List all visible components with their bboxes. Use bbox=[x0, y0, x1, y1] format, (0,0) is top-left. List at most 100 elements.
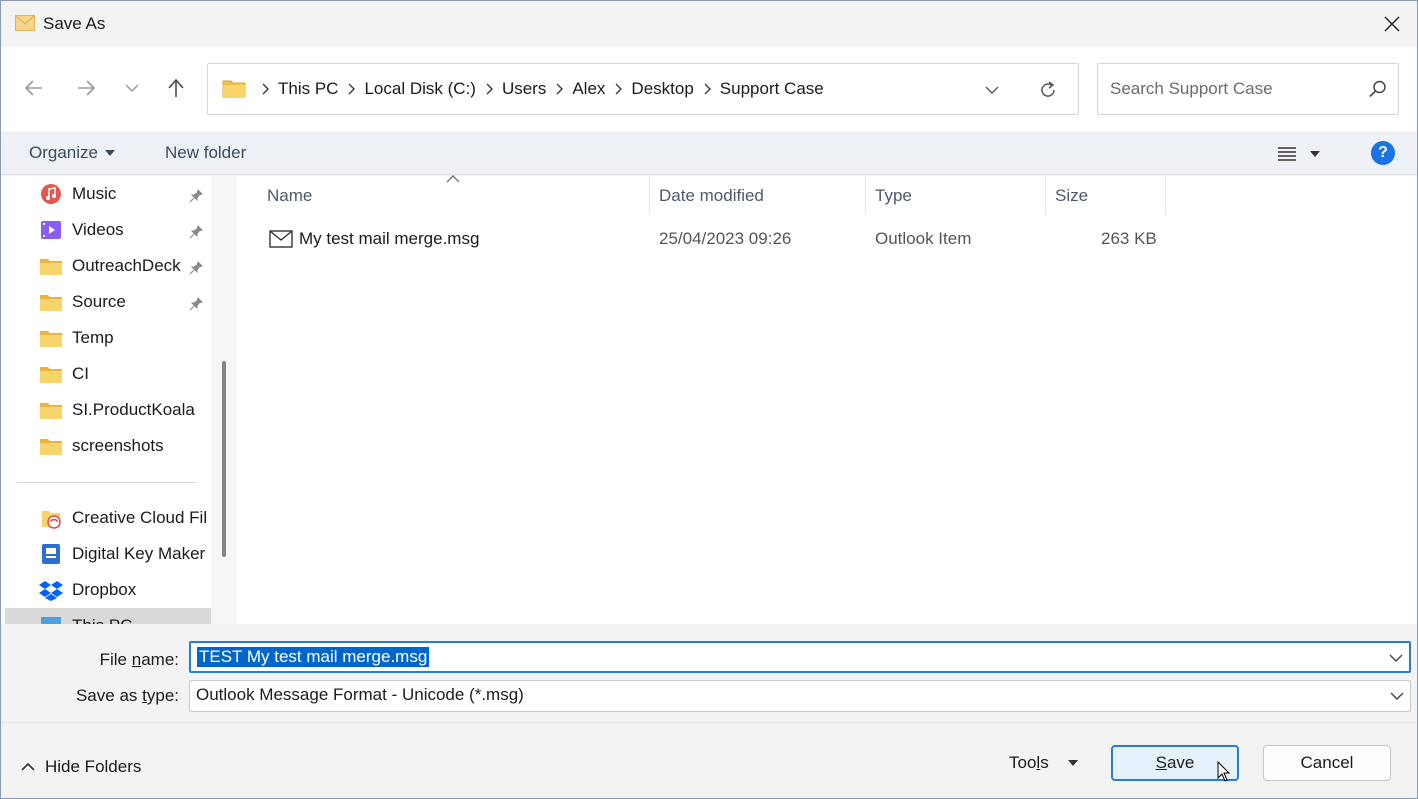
file-name-dropdown-button[interactable] bbox=[1387, 649, 1405, 667]
breadcrumb-desktop[interactable]: Desktop bbox=[631, 79, 693, 99]
organize-label: Organize bbox=[29, 143, 98, 162]
hide-folders-button[interactable]: Hide Folders bbox=[21, 757, 141, 777]
sidebar-item-label: Creative Cloud Fil bbox=[72, 508, 208, 527]
organize-button[interactable]: Organize bbox=[29, 143, 116, 163]
breadcrumb-this-pc[interactable]: This PC bbox=[278, 79, 338, 99]
sidebar-item-dropbox[interactable]: Dropbox bbox=[39, 574, 219, 606]
navigation-bar: This PC Local Disk (C:) Users Alex Deskt… bbox=[1, 47, 1417, 131]
sidebar-item-ci[interactable]: CI bbox=[39, 358, 219, 390]
folder-icon bbox=[39, 327, 63, 349]
file-name-value: TEST My test mail merge.msg bbox=[197, 647, 430, 667]
sidebar-item-label: This PC bbox=[72, 616, 132, 624]
breadcrumb-alex[interactable]: Alex bbox=[572, 79, 605, 99]
column-header-date-modified[interactable]: Date modified bbox=[659, 176, 764, 216]
pin-icon bbox=[187, 295, 205, 313]
sidebar-item-label: SI.ProductKoala bbox=[72, 400, 195, 419]
file-list: Name Date modified Type Size My test mai… bbox=[237, 175, 1417, 624]
address-history-button[interactable] bbox=[980, 78, 1004, 102]
breadcrumb-users[interactable]: Users bbox=[502, 79, 546, 99]
close-button[interactable] bbox=[1367, 1, 1417, 47]
mouse-pointer-icon bbox=[1217, 761, 1231, 782]
sidebar-scrollbar[interactable] bbox=[211, 176, 237, 624]
sidebar-item-si-productkoala[interactable]: SI.ProductKoala bbox=[39, 394, 219, 426]
new-folder-button[interactable]: New folder bbox=[165, 143, 246, 163]
column-header-size[interactable]: Size bbox=[1055, 176, 1088, 216]
help-button[interactable]: ? bbox=[1371, 141, 1395, 165]
breadcrumb-support-case[interactable]: Support Case bbox=[720, 79, 824, 99]
envelope-icon bbox=[269, 230, 293, 248]
search-input[interactable] bbox=[1110, 64, 1360, 114]
cancel-button[interactable]: Cancel bbox=[1263, 745, 1391, 781]
breadcrumb-separator-icon bbox=[694, 83, 720, 95]
sidebar-item-temp[interactable]: Temp bbox=[39, 322, 219, 354]
file-name-field[interactable]: TEST My test mail merge.msg bbox=[189, 641, 1411, 673]
dropbox-icon bbox=[39, 579, 63, 601]
sidebar-item-screenshots[interactable]: screenshots bbox=[39, 430, 219, 462]
breadcrumb: This PC Local Disk (C:) Users Alex Deskt… bbox=[252, 64, 824, 114]
digital-key-maker-icon bbox=[39, 543, 63, 565]
forward-arrow-icon bbox=[78, 80, 96, 96]
address-bar[interactable]: This PC Local Disk (C:) Users Alex Deskt… bbox=[207, 63, 1079, 115]
sidebar-item-label: Temp bbox=[72, 328, 114, 347]
sidebar-item-label: Source bbox=[72, 292, 126, 311]
sidebar-item-digital-key-maker[interactable]: Digital Key Maker bbox=[39, 538, 219, 570]
caret-down-icon bbox=[1310, 151, 1320, 157]
title-bar: Save As bbox=[1, 1, 1417, 47]
column-divider[interactable] bbox=[649, 176, 650, 214]
back-button[interactable] bbox=[19, 73, 49, 103]
caret-down-icon bbox=[104, 150, 115, 156]
chevron-down-icon bbox=[985, 86, 999, 94]
breadcrumb-separator-icon bbox=[546, 83, 572, 95]
breadcrumb-separator-icon bbox=[338, 83, 364, 95]
recent-locations-button[interactable] bbox=[117, 73, 147, 103]
forward-button[interactable] bbox=[71, 73, 101, 103]
column-header-type[interactable]: Type bbox=[875, 176, 912, 216]
folder-icon bbox=[39, 399, 63, 421]
scrollbar-thumb[interactable] bbox=[222, 361, 226, 557]
folder-icon bbox=[222, 80, 246, 98]
this-pc-icon bbox=[39, 615, 63, 624]
save-as-type-value: Outlook Message Format - Unicode (*.msg) bbox=[196, 685, 524, 704]
up-button[interactable] bbox=[161, 73, 191, 103]
pin-icon bbox=[187, 223, 205, 241]
column-header-name[interactable]: Name bbox=[267, 176, 312, 216]
column-divider[interactable] bbox=[1045, 176, 1046, 214]
chevron-down-icon bbox=[1389, 654, 1403, 662]
file-name: My test mail merge.msg bbox=[299, 229, 480, 248]
caret-down-icon bbox=[1067, 760, 1078, 766]
column-header-label: Type bbox=[875, 186, 912, 205]
save-as-type-label: Save as type: bbox=[75, 686, 179, 705]
column-divider[interactable] bbox=[865, 176, 866, 214]
save-as-type-dropdown-button[interactable] bbox=[1388, 687, 1406, 705]
search-box bbox=[1097, 63, 1399, 115]
column-divider[interactable] bbox=[1165, 176, 1166, 214]
search-icon[interactable] bbox=[1368, 79, 1388, 99]
breadcrumb-local-disk[interactable]: Local Disk (C:) bbox=[364, 79, 475, 99]
sidebar-item-label: OutreachDeck bbox=[72, 256, 181, 275]
file-row[interactable]: My test mail merge.msg 25/04/2023 09:26 … bbox=[265, 224, 1165, 254]
sidebar-item-label: Music bbox=[72, 184, 117, 203]
sidebar-divider bbox=[17, 482, 197, 483]
refresh-button[interactable] bbox=[1034, 76, 1062, 104]
up-arrow-icon bbox=[168, 78, 184, 97]
change-view-button[interactable] bbox=[1277, 141, 1337, 167]
sidebar-item-label: screenshots bbox=[72, 436, 164, 455]
envelope-icon bbox=[15, 15, 35, 31]
sidebar-item-label: Dropbox bbox=[72, 580, 137, 599]
sidebar-item-creative-cloud[interactable]: Creative Cloud Fil bbox=[39, 502, 219, 534]
sidebar-item-this-pc[interactable]: This PC bbox=[39, 610, 219, 624]
folder-icon bbox=[39, 435, 63, 457]
navigation-pane: Music Videos OutreachDeck Source Temp CI… bbox=[1, 176, 237, 624]
window-title: Save As bbox=[43, 14, 106, 33]
tools-button[interactable]: Tools bbox=[1009, 753, 1079, 773]
folder-icon bbox=[39, 255, 63, 277]
column-header-label: Size bbox=[1055, 186, 1089, 205]
sidebar-item-label: Videos bbox=[72, 220, 124, 239]
tools-label: Tools bbox=[1009, 753, 1049, 772]
column-header-label: Name bbox=[267, 186, 313, 205]
sort-ascending-icon bbox=[446, 175, 460, 183]
sidebar-item-label: Digital Key Maker bbox=[72, 544, 206, 563]
creative-cloud-icon bbox=[39, 507, 63, 529]
dialog-buttons: Hide Folders Tools Save Cancel bbox=[1, 722, 1417, 798]
save-as-type-select[interactable]: Outlook Message Format - Unicode (*.msg) bbox=[189, 680, 1411, 712]
